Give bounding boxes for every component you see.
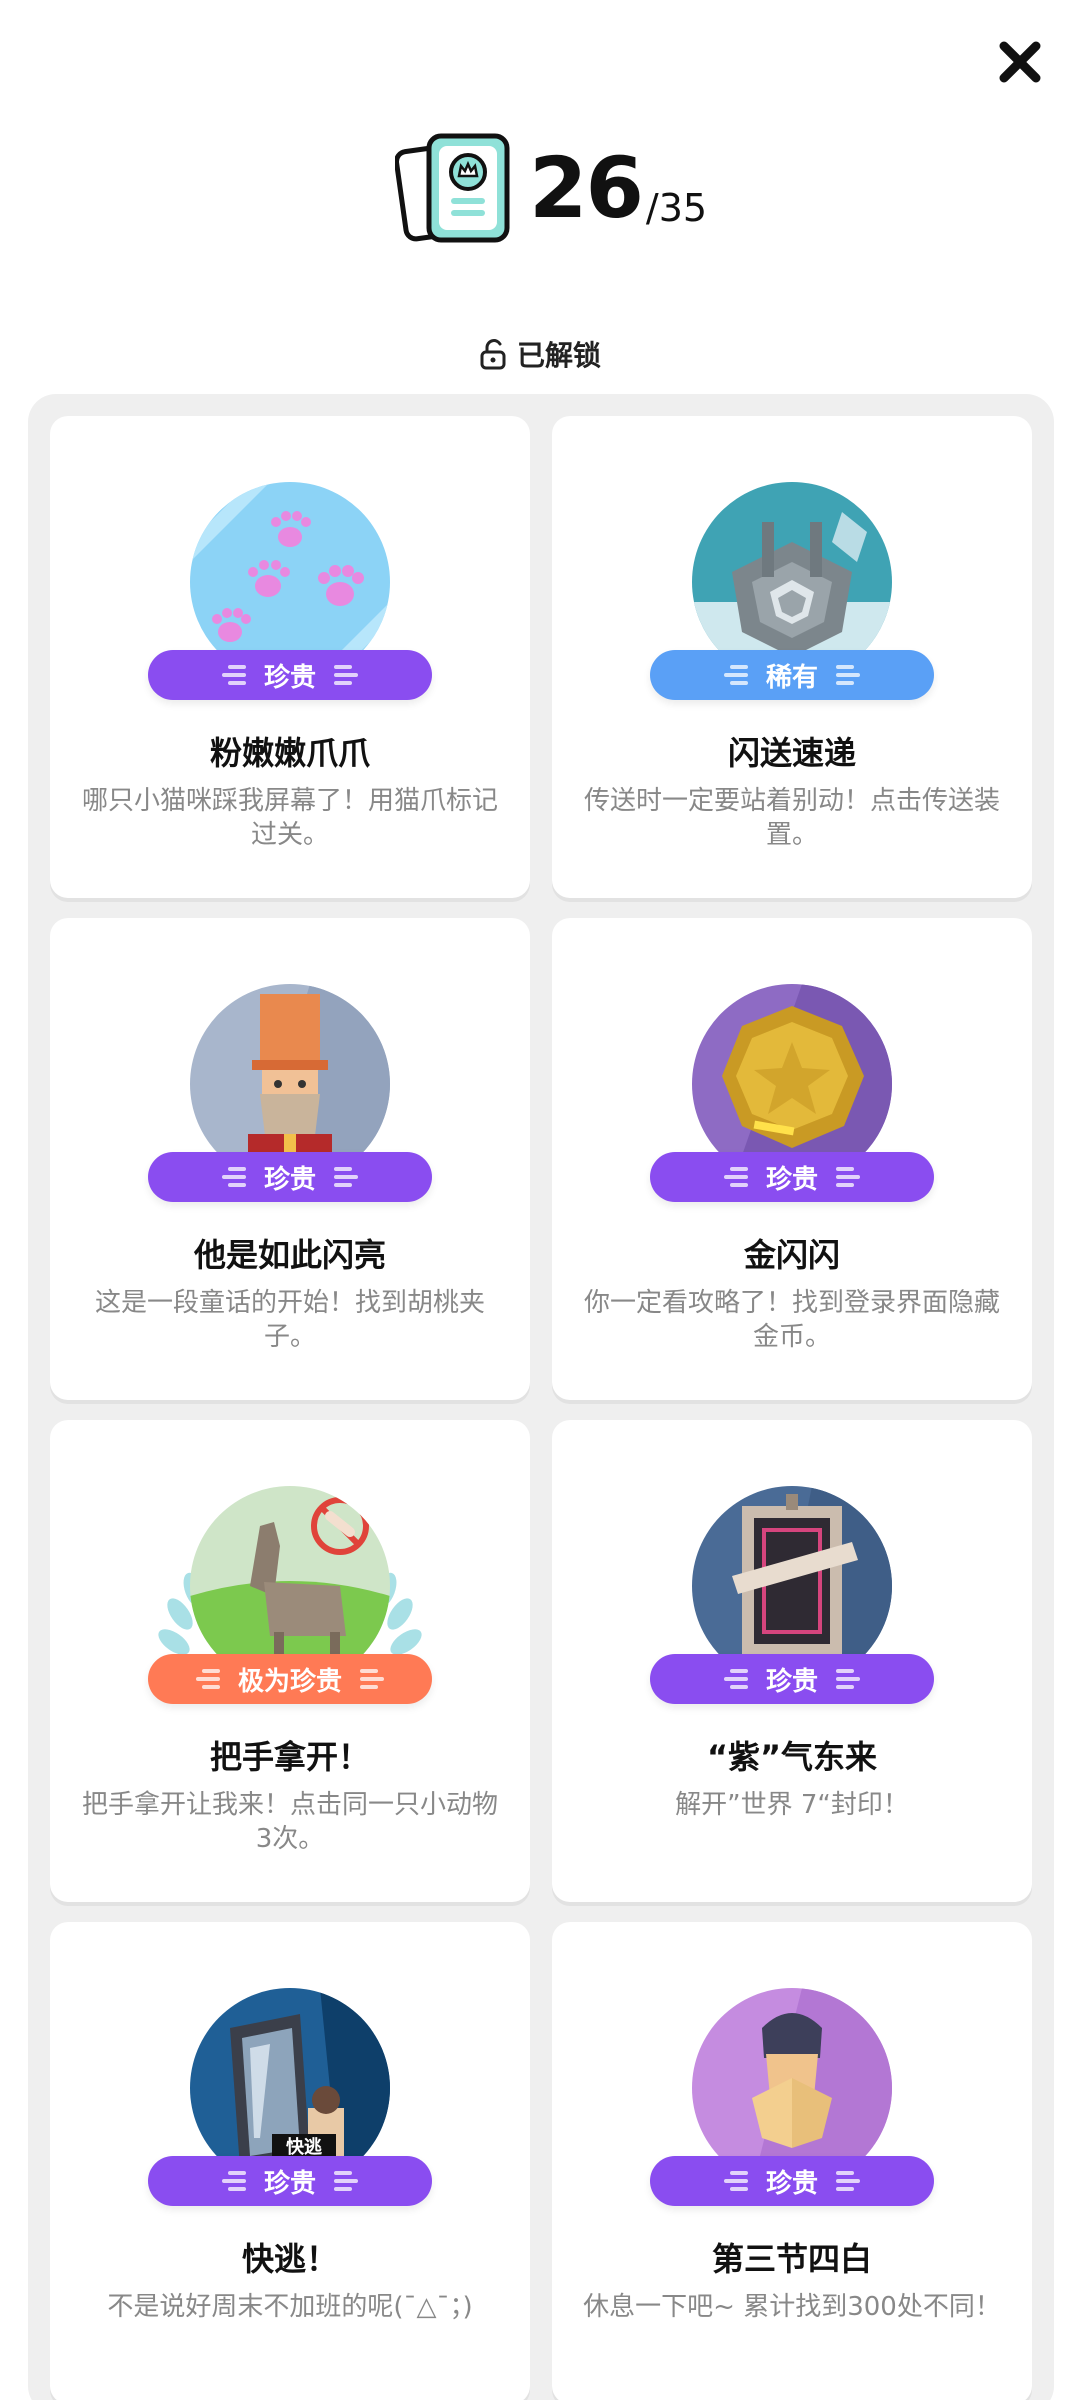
achievement-card[interactable]: 珍贵 第三节四白 休息一下吧~ 累计找到300处不同！ (552, 1922, 1032, 2400)
achievement-description: 不是说好周末不加班的呢(ˉ△ˉ；) (107, 2292, 473, 2322)
rarity-label: 稀有 (765, 662, 818, 693)
badge-lines-left (723, 2171, 748, 2191)
badge-lines-right (836, 665, 860, 685)
unlocked-count: 26 (529, 139, 644, 237)
achievement-title: 把手拿开！ (209, 1738, 370, 1776)
achievement-grid: 珍贵 粉嫩嫩爪爪 哪只小猫咪踩我屏幕了！用猫爪标记过关。 稀有 闪送速递 传送时… (28, 394, 1054, 2400)
badge-lines-left (221, 1167, 246, 1187)
rarity-badge: 珍贵 (148, 1152, 432, 1202)
achievement-card[interactable]: 珍贵 粉嫩嫩爪爪 哪只小猫咪踩我屏幕了！用猫爪标记过关。 (50, 416, 530, 898)
achievement-title: “紫”气东来 (706, 1738, 878, 1776)
badge-lines-right (836, 1167, 860, 1187)
achievement-card[interactable]: 珍贵 他是如此闪亮 这是一段童话的开始！找到胡桃夹子。 (50, 918, 530, 1400)
badge-lines-right (836, 2171, 860, 2191)
achievement-description: 你一定看攻略了！找到登录界面隐藏金币。 (583, 1288, 1000, 1352)
rarity-label: 珍贵 (765, 2168, 818, 2199)
badge-lines-right (360, 1669, 384, 1689)
rarity-badge: 珍贵 (650, 2156, 934, 2206)
achievement-progress: 26 /35 (395, 128, 707, 248)
achievement-card[interactable]: 珍贵 “紫”气东来 解开”世界 7“封印！ (552, 1420, 1032, 1902)
achievement-title: 他是如此闪亮 (193, 1236, 386, 1274)
rarity-badge: 珍贵 (650, 1654, 934, 1704)
achievement-description: 哪只小猫咪踩我屏幕了！用猫爪标记过关。 (81, 786, 498, 850)
badge-lines-right (334, 2171, 358, 2191)
achievement-description: 传送时一定要站着别动！点击传送装置。 (583, 786, 1000, 850)
rarity-badge: 极为珍贵 (148, 1654, 432, 1704)
achievement-description: 把手拿开让我来！点击同一只小动物3次。 (81, 1790, 498, 1854)
badge-lines-left (723, 1167, 748, 1187)
close-icon (999, 41, 1041, 83)
rarity-label: 珍贵 (765, 1666, 818, 1697)
achievement-description: 这是一段童话的开始！找到胡桃夹子。 (94, 1288, 485, 1352)
lock-open-icon (480, 339, 506, 370)
achievement-title: 快逃！ (241, 2240, 338, 2278)
achievement-title: 第三节四白 (711, 2240, 872, 2278)
badge-lines-left (195, 1669, 220, 1689)
image-caption: 快逃 (286, 2136, 322, 2158)
rarity-label: 珍贵 (263, 2168, 316, 2199)
rarity-badge: 珍贵 (650, 1152, 934, 1202)
achievement-book-icon (395, 133, 510, 243)
achievement-title: 金闪闪 (743, 1236, 840, 1274)
rarity-badge: 珍贵 (148, 2156, 432, 2206)
badge-lines-right (334, 1167, 358, 1187)
rarity-badge: 稀有 (650, 650, 934, 700)
rarity-label: 珍贵 (263, 662, 316, 693)
badge-lines-left (723, 1669, 748, 1689)
achievement-description: 休息一下吧~ 累计找到300处不同！ (583, 2292, 1001, 2322)
achievement-title: 闪送速递 (727, 734, 856, 772)
unlocked-section-label: 已解锁 (0, 332, 1080, 376)
rarity-label: 珍贵 (263, 1164, 316, 1195)
badge-lines-right (836, 1669, 860, 1689)
achievement-card[interactable]: 稀有 闪送速递 传送时一定要站着别动！点击传送装置。 (552, 416, 1032, 898)
rarity-label: 珍贵 (765, 1164, 818, 1195)
rarity-label: 极为珍贵 (237, 1666, 342, 1697)
unlocked-label-text: 已解锁 (516, 339, 601, 372)
achievement-card[interactable]: 珍贵 金闪闪 你一定看攻略了！找到登录界面隐藏金币。 (552, 918, 1032, 1400)
rarity-badge: 珍贵 (148, 650, 432, 700)
badge-lines-right (334, 665, 358, 685)
achievement-card[interactable]: 快逃 珍贵 快逃！ 不是说好周末不加班的呢(ˉ△ˉ；) (50, 1922, 530, 2400)
achievement-description: 解开”世界 7“封印！ (675, 1790, 909, 1820)
achievement-title: 粉嫩嫩爪爪 (209, 734, 370, 772)
badge-lines-left (221, 665, 246, 685)
badge-lines-left (221, 2171, 246, 2191)
close-button[interactable] (994, 36, 1046, 88)
achievement-card[interactable]: 极为珍贵 把手拿开！ 把手拿开让我来！点击同一只小动物3次。 (50, 1420, 530, 1902)
total-count: /35 (645, 186, 708, 230)
badge-lines-left (723, 665, 748, 685)
